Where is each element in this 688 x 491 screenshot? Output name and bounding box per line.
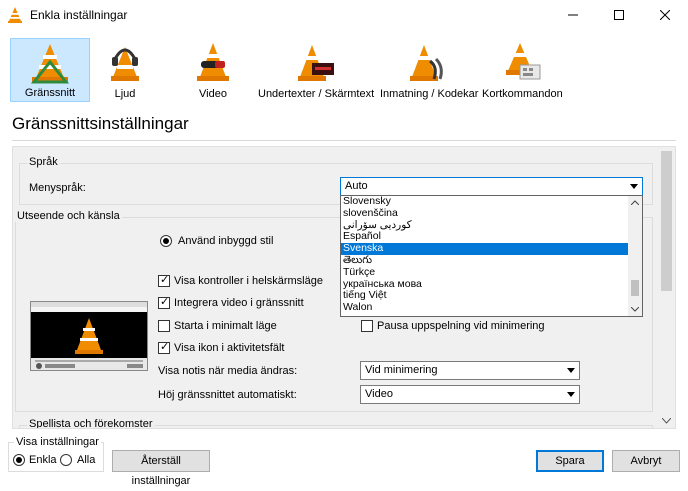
language-option[interactable]: తెలుగు: [341, 254, 642, 267]
menu-language-value: Auto: [345, 180, 368, 192]
tab-video-label: Video: [199, 88, 227, 100]
minimize-icon: [568, 14, 578, 16]
category-toolbar: Gränssnitt Ljud Video Undertexter / Skär…: [0, 30, 688, 110]
notify-select[interactable]: Vid minimering: [360, 361, 580, 380]
interface-cone-icon: [30, 44, 70, 84]
tab-hotkeys-label: Kortkommandon: [482, 88, 563, 100]
simple-settings-radio[interactable]: [13, 454, 25, 466]
tab-interface[interactable]: Gränssnitt: [10, 38, 90, 102]
subtitles-cone-icon: [298, 45, 334, 81]
show-settings-label: Visa inställningar: [14, 436, 101, 448]
raise-select[interactable]: Video: [360, 385, 580, 404]
embed-video-checkbox[interactable]: [158, 295, 170, 309]
maximize-icon: [614, 10, 624, 20]
look-group-title: Utseende och känsla: [15, 210, 122, 222]
save-button[interactable]: Spara: [536, 450, 604, 472]
tab-input-codecs-label: Inmatning / Kodekar: [380, 88, 479, 100]
language-option[interactable]: Walon: [341, 301, 642, 314]
tab-input-codecs[interactable]: Inmatning / Kodekar: [380, 38, 479, 102]
dropdown-scrollbar[interactable]: [628, 196, 642, 316]
systray-icon-checkbox[interactable]: [158, 340, 170, 354]
reset-preferences-button[interactable]: Återställ inställningar: [112, 450, 210, 487]
minimize-button[interactable]: [550, 0, 596, 30]
tab-audio[interactable]: Ljud: [95, 38, 155, 102]
menu-language-select[interactable]: Auto: [340, 177, 643, 196]
language-option[interactable]: Türkçe: [341, 266, 642, 279]
scroll-up-icon[interactable]: [631, 200, 639, 205]
title-bar: Enkla inställningar: [0, 0, 688, 30]
tab-audio-label: Ljud: [114, 88, 136, 100]
builtin-style-label: Använd inbyggd stil: [178, 235, 274, 247]
fullscreen-controls-checkbox[interactable]: [158, 273, 170, 287]
interface-preview-image: [30, 301, 148, 371]
chevron-down-icon: [630, 184, 638, 189]
menu-language-label: Menyspråk:: [29, 182, 86, 194]
cancel-button[interactable]: Avbryt: [612, 450, 680, 472]
playlist-group-title: Spellista och förekomster: [27, 418, 155, 429]
vlc-cone-icon: [8, 7, 22, 23]
page-title: Gränssnittsinställningar: [12, 114, 189, 133]
chevron-down-icon: [567, 368, 575, 373]
language-option[interactable]: کوردیی سۆرانی: [341, 219, 642, 232]
tab-hotkeys[interactable]: Kortkommandon: [482, 38, 563, 102]
settings-scrollbar[interactable]: [658, 147, 675, 428]
language-option[interactable]: Español: [341, 231, 642, 243]
close-button[interactable]: [642, 0, 688, 30]
systray-icon-label: Visa ikon i aktivitetsfält: [174, 342, 285, 354]
tab-video[interactable]: Video: [182, 38, 244, 102]
minimal-mode-label: Starta i minimalt läge: [174, 320, 277, 332]
language-dropdown-list[interactable]: Slovensky slovenščina کوردیی سۆرانی Espa…: [340, 195, 643, 317]
language-option-selected[interactable]: Svenska: [341, 242, 642, 255]
all-settings-radio[interactable]: [60, 454, 72, 466]
chevron-down-icon: [567, 392, 575, 397]
maximize-button[interactable]: [596, 0, 642, 30]
pause-minimized-checkbox[interactable]: [361, 320, 373, 332]
simple-settings-label: Enkla: [29, 454, 57, 466]
all-settings-label: Alla: [77, 454, 96, 466]
tab-subtitles-label: Undertexter / Skärmtext: [258, 88, 375, 100]
window-title: Enkla inställningar: [30, 8, 128, 22]
language-group-title: Språk: [27, 156, 60, 168]
builtin-style-radio[interactable]: [160, 235, 172, 247]
video-cone-icon: [197, 43, 229, 81]
hotkeys-cone-icon: [506, 43, 541, 80]
tab-subtitles[interactable]: Undertexter / Skärmtext: [258, 38, 374, 102]
fullscreen-controls-label: Visa kontroller i helskärmsläge: [174, 275, 323, 287]
scroll-down-icon[interactable]: [662, 418, 671, 424]
close-icon: [660, 10, 670, 20]
minimal-mode-checkbox[interactable]: [158, 320, 170, 332]
raise-label: Höj gränssnittet automatiskt:: [158, 389, 297, 401]
scrollbar-thumb[interactable]: [661, 151, 672, 291]
tab-interface-label: Gränssnitt: [24, 87, 76, 99]
dropdown-scrollbar-thumb[interactable]: [631, 280, 639, 296]
codecs-cone-icon: [410, 45, 443, 81]
notify-select-value: Vid minimering: [365, 364, 438, 376]
pause-minimized-label: Pausa uppspelning vid minimering: [377, 320, 545, 332]
language-option[interactable]: slovenščina: [341, 207, 642, 220]
header-divider: [12, 140, 676, 141]
scroll-down-icon[interactable]: [631, 307, 639, 312]
vlc-preview-icon: [31, 302, 147, 370]
notify-label: Visa notis när media ändras:: [158, 365, 298, 377]
raise-select-value: Video: [365, 388, 393, 400]
headphones-cone-icon: [111, 47, 139, 81]
language-option[interactable]: tiếng Việt: [341, 290, 642, 302]
embed-video-label: Integrera video i gränssnitt: [174, 297, 304, 309]
